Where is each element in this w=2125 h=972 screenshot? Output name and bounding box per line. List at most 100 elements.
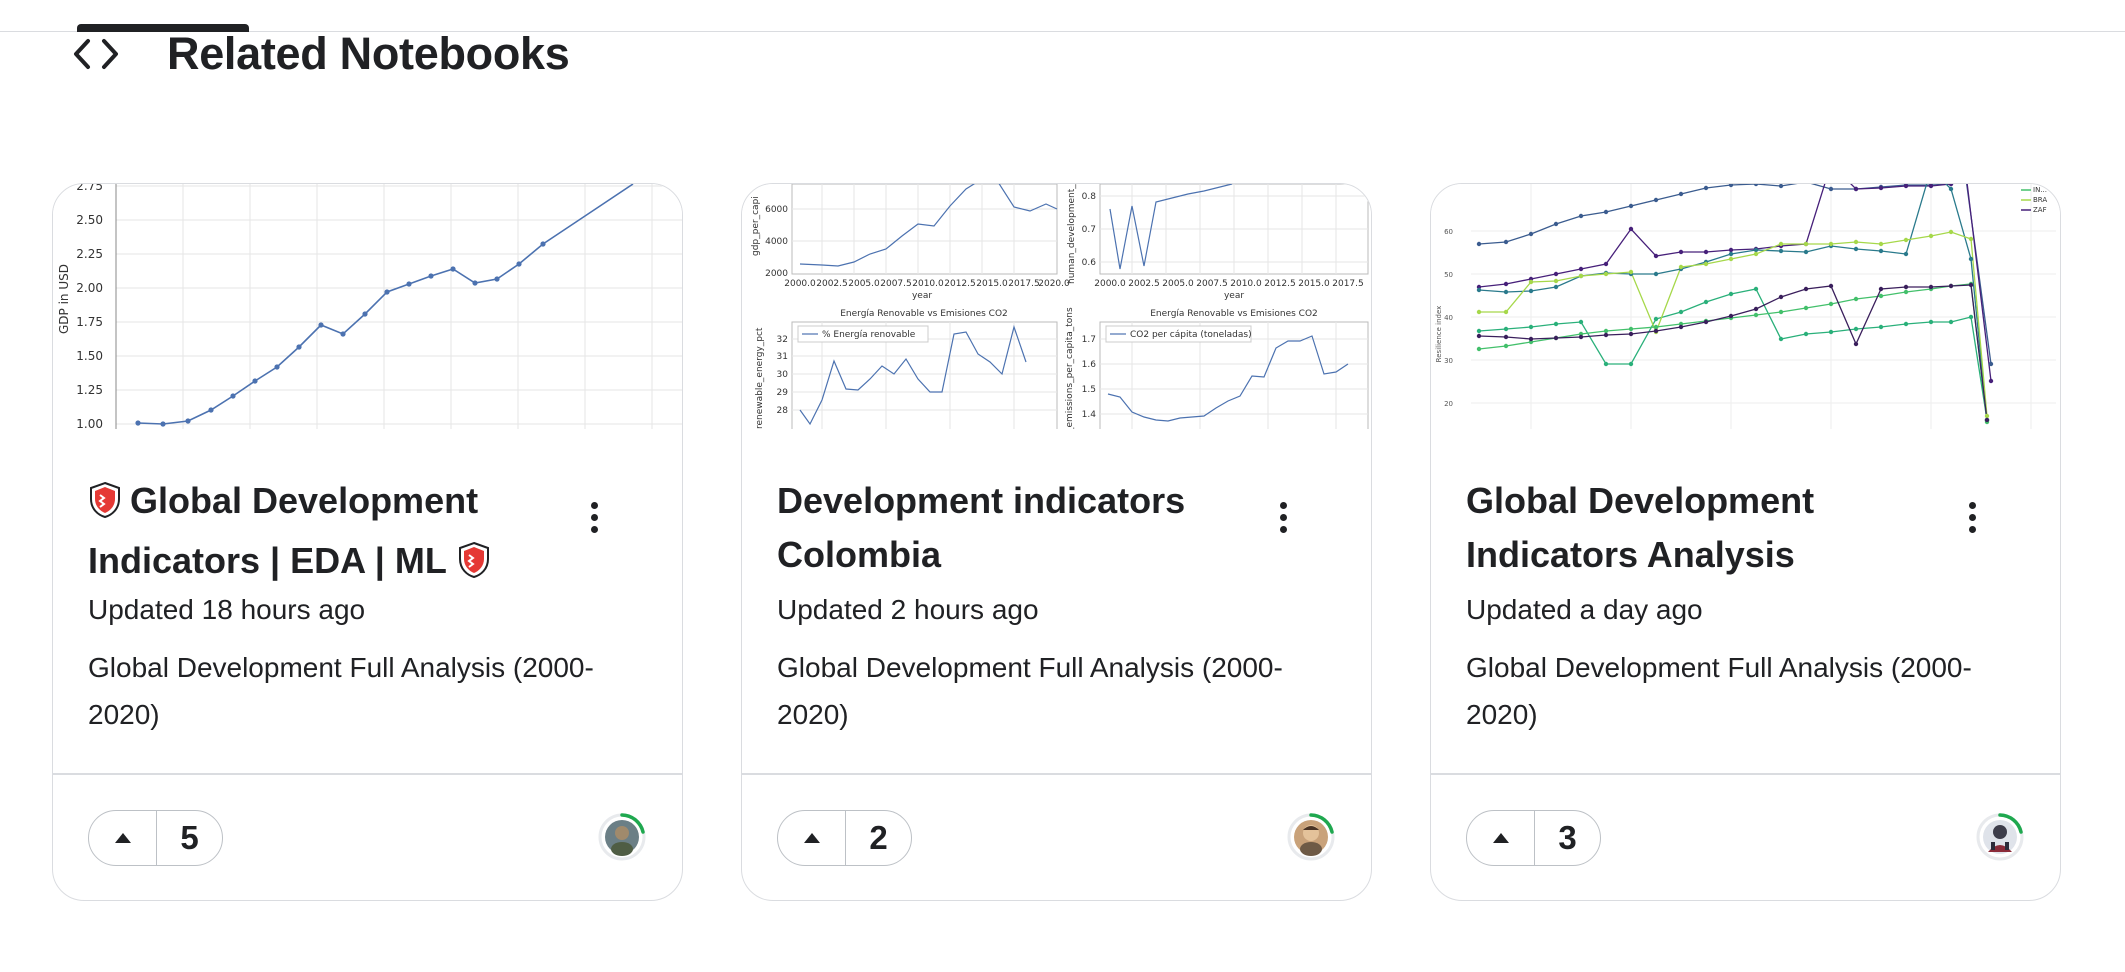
subplot-title: Energía Renovable vs Emisiones CO2 [1150, 309, 1318, 319]
notebook-thumbnail[interactable]: 2.75 2.50 2.25 2.00 1.75 1.50 1.25 1.00 … [53, 184, 682, 429]
notebook-thumbnail[interactable]: 6000 4000 2000 gdp_per_capi 2000.0 2002.… [742, 184, 1371, 429]
more-options-icon[interactable] [1960, 502, 1984, 546]
y-tick-label: 4000 [765, 237, 788, 247]
data-point [1553, 335, 1559, 341]
data-point [1653, 197, 1659, 203]
data-point [1728, 184, 1734, 188]
data-point [1948, 184, 1954, 187]
legend-label: % Energía renovable [822, 330, 916, 340]
data-point [1578, 273, 1584, 279]
data-point [1803, 331, 1809, 337]
y-axis-label: gdp_per_capi [751, 196, 761, 256]
data-point [1984, 417, 1990, 423]
card-title-row: Global Development Indicators Analysis [1466, 474, 2026, 582]
shield-icon [88, 480, 122, 534]
data-point [1853, 186, 1859, 192]
notebook-card[interactable]: 2.75 2.50 2.25 2.00 1.75 1.50 1.25 1.00 … [52, 183, 683, 901]
card-divider [53, 773, 682, 775]
updated-time: Updated 2 hours ago [777, 594, 1039, 625]
notebook-description: Global Development Full Analysis (2000-2… [1466, 652, 1972, 730]
card-title-row: Global Development Indicators | EDA | ML [88, 474, 648, 594]
avatar[interactable] [1975, 812, 2025, 862]
data-point [1703, 185, 1709, 191]
card-title[interactable]: Global Development Indicators Analysis [1466, 474, 1906, 582]
data-point [472, 280, 478, 286]
data-point [1703, 261, 1709, 267]
gdp-line-chart: 2.75 2.50 2.25 2.00 1.75 1.50 1.25 1.00 … [57, 184, 682, 429]
data-point [1678, 249, 1684, 255]
data-point [1878, 286, 1884, 292]
y-tick-label: 0.8 [1082, 192, 1097, 202]
x-tick-label: 2005.0 [848, 279, 880, 289]
upvote-button[interactable] [89, 811, 157, 865]
avatar[interactable] [1286, 812, 1336, 862]
data-point [1753, 251, 1759, 257]
data-point [1476, 287, 1482, 293]
x-tick-label: 2012.5 [1264, 279, 1296, 289]
data-point [1878, 241, 1884, 247]
avatar[interactable] [597, 812, 647, 862]
data-point [1828, 329, 1834, 335]
data-point [1968, 314, 1974, 320]
data-point [1578, 334, 1584, 340]
data-point [1803, 241, 1809, 247]
data-point [1968, 236, 1974, 242]
updated-time: Updated 18 hours ago [88, 594, 366, 625]
data-point [1728, 256, 1734, 262]
data-point [1553, 321, 1559, 327]
vote-count: 5 [180, 819, 199, 856]
x-tick-label: 2020.0 [1038, 279, 1070, 289]
data-point [1948, 186, 1954, 192]
data-point [1903, 184, 1909, 189]
x-tick-label: 2002.5 [1128, 279, 1160, 289]
y-tick-label: 20 [1444, 400, 1453, 408]
legend-label: ZAF [2033, 206, 2047, 214]
data-point [1476, 346, 1482, 352]
notebook-thumbnail[interactable]: 60 50 40 30 20 Resilience index IN... BR… [1431, 184, 2060, 429]
data-point [1753, 306, 1759, 312]
data-point [1678, 264, 1684, 270]
upvote-button[interactable] [778, 811, 846, 865]
y-tick-label: 2.50 [76, 213, 103, 227]
card-title[interactable]: Development indicators Colombia [777, 474, 1217, 582]
x-tick-label: 2010.0 [912, 279, 944, 289]
data-point [1878, 185, 1884, 191]
data-point [1703, 249, 1709, 255]
data-point [1603, 209, 1609, 215]
y-tick-label: 1.6 [1082, 360, 1097, 370]
data-point [1803, 286, 1809, 292]
colombia-subplots-chart: 6000 4000 2000 gdp_per_capi 2000.0 2002.… [751, 184, 1369, 429]
data-point [1503, 326, 1509, 332]
data-point [1628, 326, 1634, 332]
data-point [1578, 213, 1584, 219]
x-axis-label: year [1224, 291, 1244, 301]
y-tick-label: 2.25 [76, 247, 103, 261]
data-point [362, 311, 368, 317]
x-tick-label: 2012.5 [944, 279, 976, 289]
data-point [1803, 249, 1809, 255]
y-tick-label: 60 [1444, 228, 1453, 236]
data-point [1878, 293, 1884, 299]
data-point [1968, 282, 1974, 288]
data-point [1553, 278, 1559, 284]
y-tick-label: 1.50 [76, 349, 103, 363]
data-point [1628, 226, 1634, 232]
more-options-icon[interactable] [582, 502, 606, 546]
y-tick-label: 30 [1444, 357, 1453, 365]
y-axis-label: renewable_energy_pct [755, 327, 765, 429]
shield-icon [457, 540, 491, 594]
data-point [1553, 221, 1559, 227]
data-point [1578, 319, 1584, 325]
data-point [1678, 191, 1684, 197]
data-point [1603, 328, 1609, 334]
notebook-card[interactable]: 6000 4000 2000 gdp_per_capi 2000.0 2002.… [741, 183, 1372, 901]
data-point [1603, 332, 1609, 338]
data-point [1728, 251, 1734, 257]
notebook-card[interactable]: 60 50 40 30 20 Resilience index IN... BR… [1430, 183, 2061, 901]
card-title[interactable]: Global Development Indicators | EDA | ML [88, 474, 528, 594]
data-point [1968, 256, 1974, 262]
data-point [494, 276, 500, 282]
more-options-icon[interactable] [1271, 502, 1295, 546]
upvote-button[interactable] [1467, 811, 1535, 865]
data-point [1578, 266, 1584, 272]
